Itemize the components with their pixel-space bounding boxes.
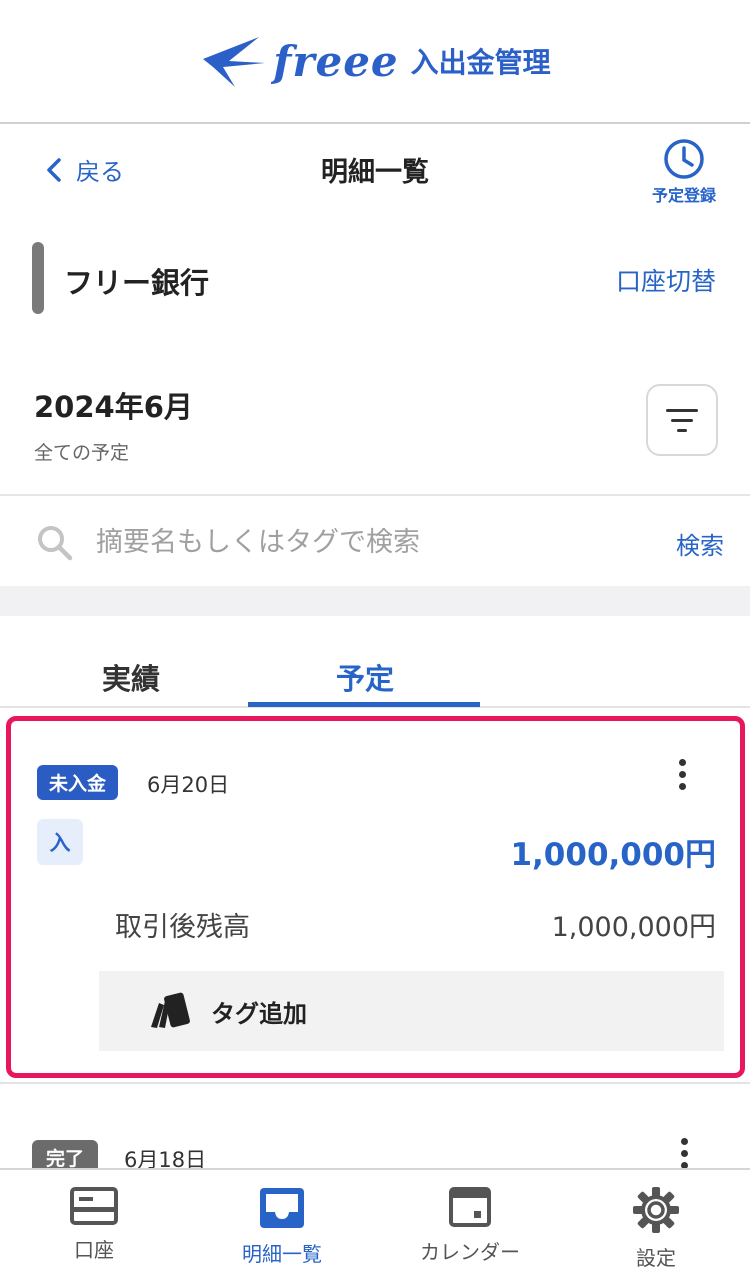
search-icon (38, 526, 73, 561)
more-options-button[interactable] (681, 1138, 688, 1168)
filter-line (677, 428, 687, 432)
brand-name: freee (273, 36, 399, 86)
account-switch-button[interactable]: 口座切替 (616, 262, 716, 298)
tabbar-label: 口座 (74, 1238, 114, 1262)
tag-icon (151, 992, 190, 1028)
dot (681, 1150, 688, 1157)
tabbar-item-settings[interactable]: 設定 (562, 1170, 750, 1280)
active-tab-indicator (248, 702, 480, 707)
status-badge: 完了 (32, 1140, 99, 1168)
app-header: freee 入出金管理 (0, 0, 750, 124)
calendar-icon (449, 1187, 491, 1227)
account-indicator (32, 242, 44, 314)
transaction-card[interactable]: 未入金 6月20日 入 1,000,000円 取引後残高 1,000,000円 … (6, 716, 745, 1078)
schedule-register-label: 予定登録 (651, 186, 716, 205)
search-button[interactable]: 検索 (676, 526, 724, 561)
tabbar-label: 設定 (636, 1246, 676, 1270)
dot (679, 783, 686, 790)
balance-label: 取引後残高 (115, 912, 250, 943)
account-row: フリー銀行 口座切替 (0, 240, 750, 316)
page-title: 明細一覧 (321, 157, 429, 188)
segment-tabs: 実績 予定 (0, 616, 750, 708)
tab-actual[interactable]: 実績 (102, 656, 160, 698)
filter-button[interactable] (646, 384, 718, 456)
tabbar-item-statements[interactable]: 明細一覧 (188, 1170, 376, 1280)
period-info: 2024年6月 全ての予定 (34, 384, 193, 465)
period-month: 2024年6月 (34, 390, 193, 424)
tabbar-item-account[interactable]: 口座 (0, 1170, 188, 1280)
transaction-date: 6月20日 (147, 773, 230, 797)
search-input[interactable] (96, 522, 636, 562)
navbar: 戻る 明細一覧 予定登録 (0, 126, 750, 212)
status-badge: 未入金 (37, 765, 119, 800)
app-name: 入出金管理 (410, 46, 551, 79)
inbox-icon (260, 1188, 304, 1228)
more-options-button[interactable] (679, 759, 686, 790)
bottom-tab-bar: 口座 明細一覧 カレンダー 設定 (0, 1168, 750, 1280)
filter-line (671, 418, 693, 422)
add-tag-button[interactable]: タグ追加 (99, 971, 724, 1051)
balance-value: 1,000,000円 (551, 912, 716, 943)
schedule-register-button[interactable]: 予定登録 (652, 138, 716, 206)
transaction-date: 6月18日 (124, 1148, 207, 1168)
bird-logo-icon (203, 37, 266, 87)
add-tag-label: タグ追加 (211, 999, 307, 1028)
freee-logo: freee 入出金管理 (199, 33, 551, 89)
section-separator (0, 586, 750, 616)
tabbar-label: 明細一覧 (242, 1242, 322, 1266)
period-filter-label: 全ての予定 (34, 442, 130, 464)
transaction-card[interactable]: 完了 6月18日 (0, 1084, 750, 1168)
search-bar: 検索 (0, 494, 750, 586)
tabbar-label: カレンダー (420, 1240, 520, 1264)
tab-plan[interactable]: 予定 (336, 656, 394, 698)
card-icon (70, 1187, 118, 1225)
tabbar-item-calendar[interactable]: カレンダー (376, 1170, 564, 1280)
deposit-type-badge: 入 (37, 819, 83, 865)
bank-name: フリー銀行 (64, 266, 210, 300)
transaction-amount: 1,000,000円 (510, 837, 716, 873)
dot (679, 771, 686, 778)
clock-icon (664, 139, 704, 179)
dot (679, 759, 686, 766)
dot (681, 1138, 688, 1145)
filter-line (666, 408, 698, 412)
gear-icon (633, 1187, 679, 1233)
